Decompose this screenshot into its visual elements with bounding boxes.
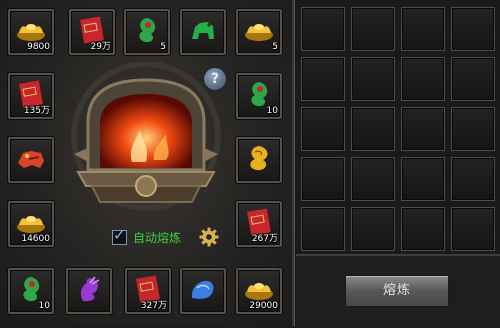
storage-cell[interactable] bbox=[301, 107, 345, 151]
storage-cell[interactable] bbox=[401, 107, 445, 151]
jade-dragon-icon bbox=[251, 82, 268, 107]
storage-cell[interactable] bbox=[351, 57, 395, 101]
storage-cell[interactable] bbox=[301, 57, 345, 101]
item-slot-jade-dragon[interactable]: 10 bbox=[236, 73, 282, 119]
jade-dragon-icon bbox=[139, 18, 156, 43]
item-slot-gold-ingot[interactable]: 9800 bbox=[8, 9, 54, 55]
storage-cell[interactable] bbox=[351, 107, 395, 151]
smelting-furnace-image bbox=[71, 62, 221, 211]
item-quantity: 5 bbox=[272, 42, 278, 52]
item-slot-jade-beast[interactable] bbox=[180, 9, 226, 55]
gold-ingot-icon bbox=[245, 24, 273, 41]
jade-dragon-icon bbox=[23, 277, 40, 302]
storage-cell[interactable] bbox=[401, 157, 445, 201]
item-slot-jade-dragon[interactable]: 5 bbox=[124, 9, 170, 55]
storage-cell[interactable] bbox=[301, 157, 345, 201]
gold-ingot-icon bbox=[245, 283, 273, 300]
item-slot-gold-ingot[interactable]: 29000 bbox=[236, 268, 282, 314]
storage-cell[interactable] bbox=[401, 207, 445, 251]
gold-ingot-icon bbox=[17, 24, 45, 41]
storage-cell[interactable] bbox=[301, 207, 345, 251]
item-quantity: 10 bbox=[38, 301, 50, 311]
storage-cell[interactable] bbox=[451, 107, 495, 151]
item-slot-gold-ingot[interactable]: 5 bbox=[236, 9, 282, 55]
item-quantity: 135万 bbox=[23, 106, 50, 116]
item-quantity: 14600 bbox=[21, 234, 50, 244]
gold-dragon-icon bbox=[250, 146, 268, 171]
item-slot-red-scroll[interactable]: 135万 bbox=[8, 73, 54, 119]
purple-dragon-icon bbox=[80, 276, 100, 302]
item-slot-red-tiger[interactable] bbox=[8, 137, 54, 183]
item-slot-red-scroll[interactable]: 267万 bbox=[236, 201, 282, 247]
item-slot-red-scroll[interactable]: 327万 bbox=[125, 268, 171, 314]
smelt-button[interactable]: 熔炼 bbox=[345, 275, 449, 307]
item-quantity: 29000 bbox=[249, 301, 278, 311]
storage-cell[interactable] bbox=[351, 7, 395, 51]
storage-cell[interactable] bbox=[301, 7, 345, 51]
storage-cell[interactable] bbox=[401, 7, 445, 51]
auto-smelt-toggle[interactable]: ✓ 自动熔炼 bbox=[112, 226, 182, 247]
item-slot-gold-ingot[interactable]: 14600 bbox=[8, 201, 54, 247]
storage-cell[interactable] bbox=[451, 207, 495, 251]
item-quantity: 10 bbox=[266, 106, 278, 116]
blue-dragon-icon bbox=[191, 280, 214, 299]
storage-cell[interactable] bbox=[451, 157, 495, 201]
storage-cell[interactable] bbox=[451, 7, 495, 51]
item-quantity: 267万 bbox=[251, 234, 278, 244]
jade-beast-icon bbox=[192, 22, 214, 39]
item-quantity: 9800 bbox=[27, 42, 50, 52]
gold-ingot-icon bbox=[17, 216, 45, 233]
auto-smelt-checkbox[interactable]: ✓ bbox=[112, 226, 127, 245]
item-slot-gold-dragon[interactable] bbox=[236, 137, 282, 183]
item-slot-red-scroll[interactable]: 29万 bbox=[69, 9, 115, 55]
gear-icon[interactable] bbox=[199, 227, 219, 247]
red-tiger-icon bbox=[18, 151, 44, 168]
check-icon: ✓ bbox=[113, 225, 126, 244]
item-quantity: 29万 bbox=[90, 42, 111, 52]
item-quantity: 327万 bbox=[140, 301, 167, 311]
auto-smelt-label: 自动熔炼 bbox=[133, 230, 182, 245]
storage-cell[interactable] bbox=[351, 207, 395, 251]
storage-cell[interactable] bbox=[451, 57, 495, 101]
item-slot-blue-dragon[interactable] bbox=[180, 268, 226, 314]
item-slot-jade-dragon[interactable]: 10 bbox=[8, 268, 54, 314]
storage-cell[interactable] bbox=[401, 57, 445, 101]
item-quantity: 5 bbox=[160, 42, 166, 52]
storage-cell[interactable] bbox=[351, 157, 395, 201]
item-slot-purple-dragon[interactable] bbox=[66, 268, 112, 314]
